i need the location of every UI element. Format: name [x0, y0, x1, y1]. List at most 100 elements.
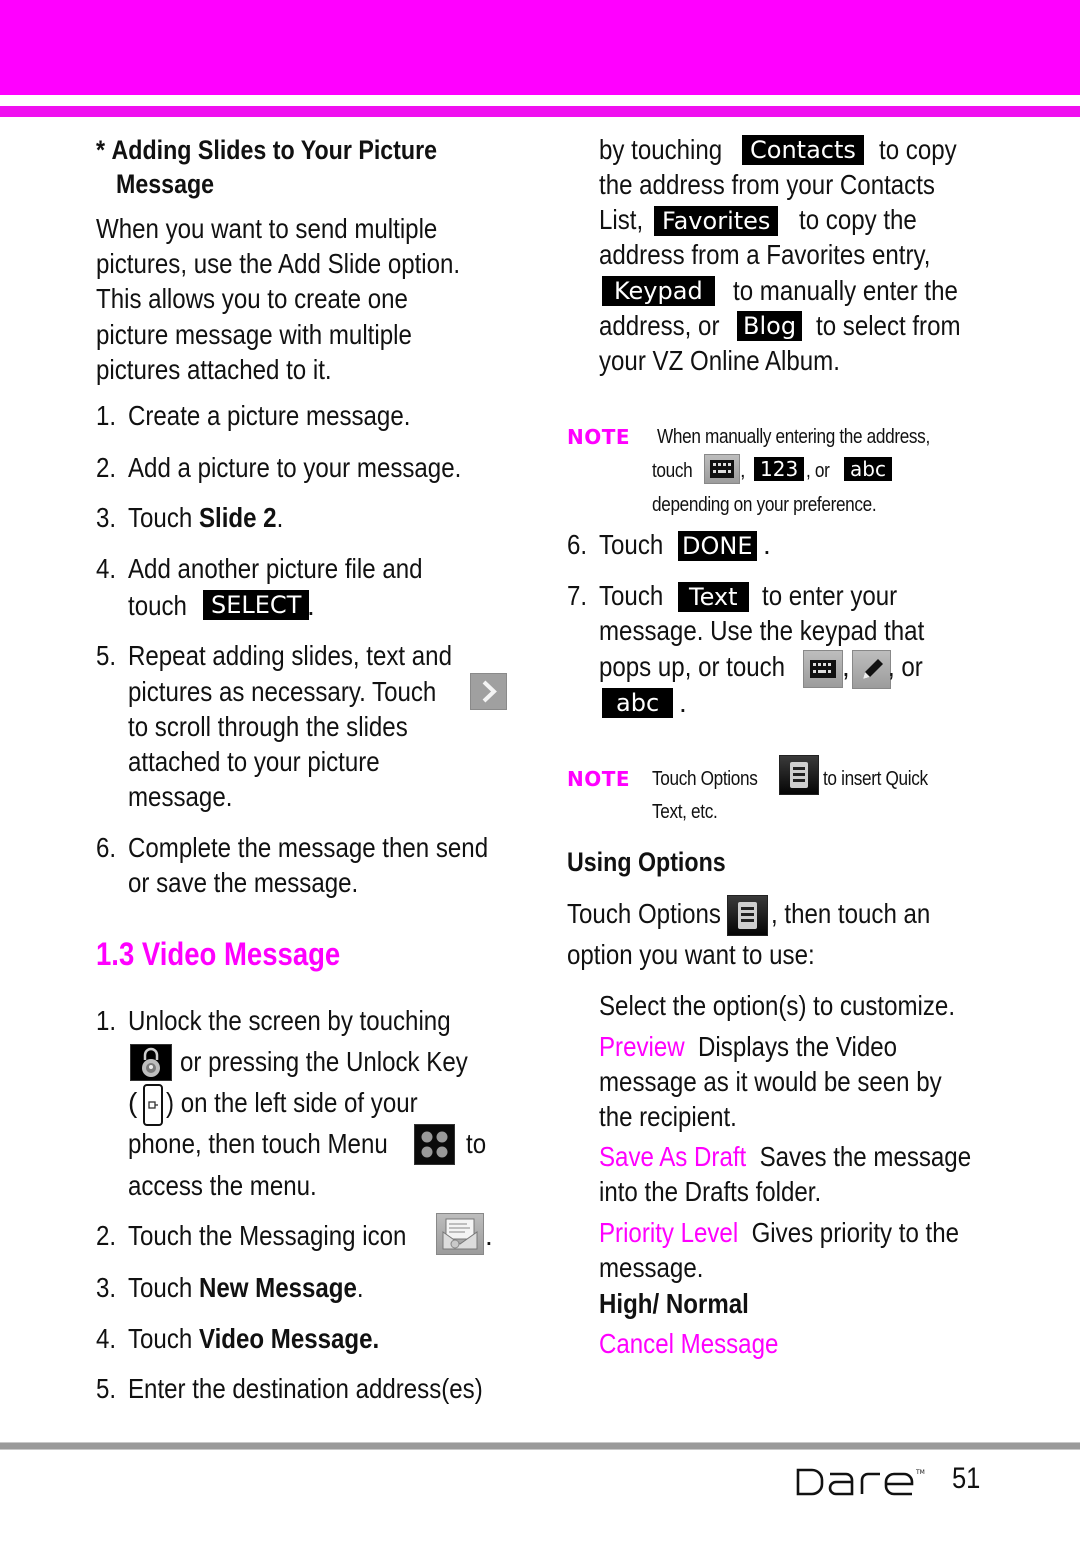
- subheading-cont: Message: [116, 167, 230, 201]
- video-step-5-text: Enter the destination address(es): [128, 1372, 540, 1406]
- option-name[interactable]: Preview: [599, 1031, 685, 1062]
- punct: ,: [842, 651, 850, 682]
- cont-text: address, or: [599, 310, 720, 341]
- intro-text: picture message with multiple: [96, 319, 412, 350]
- priority-values-text: High/ Normal: [599, 1288, 749, 1319]
- video-step-5: 5.: [96, 1372, 119, 1406]
- step-5-text: pictures as necessary. Touch: [128, 675, 486, 709]
- step-text: Complete the message then send: [128, 832, 489, 863]
- paren-open: (: [128, 1087, 138, 1118]
- intro-text: When you want to send multiple: [96, 213, 438, 244]
- header-band: [0, 0, 1080, 95]
- options-intro: option you want to use:: [567, 938, 855, 972]
- intro-text: Touch Options: [567, 898, 721, 929]
- page-number: 51: [952, 1462, 981, 1495]
- option-cancel-message[interactable]: Cancel Message: [599, 1327, 808, 1361]
- keyboard-icon[interactable]: [803, 650, 843, 688]
- step-text: to enter your: [762, 580, 898, 611]
- done-key-button[interactable]: DONE: [678, 531, 757, 561]
- dare-logo-icon: TM: [796, 1468, 925, 1496]
- options-list-icon[interactable]: [779, 755, 819, 795]
- step-7-right-text: to enter your: [762, 579, 919, 613]
- envelope-icon[interactable]: [436, 1213, 484, 1255]
- 123-key-button[interactable]: 123: [754, 457, 805, 481]
- note-line: When manually entering the address,: [657, 426, 930, 448]
- step-7-right-text: , or: [888, 650, 928, 684]
- cont-line: to select from: [816, 309, 984, 343]
- abc-key-button[interactable]: abc: [844, 457, 892, 481]
- video-step-1-text: or pressing the Unlock Key: [180, 1045, 515, 1079]
- option-name[interactable]: Cancel Message: [599, 1327, 778, 1361]
- step-text: or save the message.: [128, 867, 359, 898]
- punct: ,: [740, 460, 746, 482]
- header-stripe: [0, 106, 1080, 117]
- footer-rule: [0, 1442, 1080, 1450]
- step-number: 1.: [96, 400, 117, 431]
- contacts-key-button[interactable]: Contacts: [742, 135, 864, 165]
- options-list-icon[interactable]: [727, 895, 768, 936]
- note-text: When manually entering the address,: [657, 420, 974, 454]
- blog-key-button[interactable]: Blog: [737, 311, 803, 341]
- keypad-key-button[interactable]: Keypad: [602, 276, 715, 306]
- pencil-icon[interactable]: [852, 650, 891, 689]
- intro-line: picture message with multiple: [96, 318, 463, 352]
- new-message-label: New Message: [198, 1272, 357, 1303]
- cont-text: to select from: [816, 310, 961, 341]
- video-step-1: 1.: [96, 1004, 119, 1038]
- cont-line: your VZ Online Album.: [599, 344, 879, 378]
- cont-text: List,: [599, 204, 644, 235]
- option-desc: Gives priority to the: [751, 1217, 960, 1248]
- video-step-2-text: Touch the Messaging icon: [128, 1219, 452, 1253]
- section-title-text: 1.3 Video Message: [96, 936, 341, 972]
- step-text: ) on the left side of your: [166, 1087, 418, 1118]
- step-text: Touch: [128, 502, 199, 533]
- step-5-text: Repeat adding slides, text and: [128, 639, 505, 673]
- step-number: 6.: [567, 529, 588, 560]
- cont-line: address, or: [599, 309, 739, 343]
- padlock-icon[interactable]: [130, 1044, 172, 1081]
- step-text: Add another picture file and: [128, 553, 423, 584]
- step-text: attached to your picture: [128, 746, 380, 777]
- intro-line: pictures, use the Add Slide option.: [96, 247, 519, 281]
- cont-text: to manually enter the: [733, 275, 958, 306]
- chevron-right-icon[interactable]: [470, 673, 507, 710]
- cont-line: to copy the: [799, 203, 936, 237]
- intro-text: , then touch an: [771, 898, 931, 929]
- intro-line: pictures attached to it.: [96, 353, 370, 387]
- step-number: 5.: [96, 1373, 117, 1404]
- option-name[interactable]: Save As Draft: [599, 1141, 746, 1172]
- step-7-right: 7.: [567, 579, 590, 613]
- option-desc: Saves the message: [759, 1141, 972, 1172]
- text-key-button[interactable]: Text: [678, 582, 749, 612]
- step-number: 2.: [96, 452, 117, 483]
- slide-2-label: Slide 2: [198, 502, 277, 533]
- step-4-text-2: touch: [128, 589, 197, 623]
- step-3-text: Touch Slide 2.: [128, 501, 309, 535]
- step-text: pops up, or touch: [599, 651, 786, 682]
- note-text: Touch Options: [652, 762, 775, 796]
- menu-grid-icon[interactable]: [414, 1124, 455, 1165]
- intro-line: When you want to send multiple: [96, 212, 493, 246]
- keyboard-icon[interactable]: [704, 454, 740, 484]
- cont-line: address from a Favorites entry,: [599, 238, 984, 272]
- brand-logo: TM: [796, 1466, 926, 1501]
- punct: .: [276, 502, 284, 533]
- cont-text: by touching: [599, 134, 723, 165]
- step-number: 2.: [96, 1220, 117, 1251]
- select-key-button[interactable]: SELECT: [203, 590, 310, 620]
- step-text: phone, then touch Menu: [128, 1128, 388, 1159]
- option-desc: the recipient.: [599, 1101, 737, 1132]
- step-6: 6.: [96, 831, 119, 865]
- abc-key-button[interactable]: abc: [602, 688, 674, 718]
- step-number: 4.: [96, 553, 117, 584]
- favorites-key-button[interactable]: Favorites: [654, 206, 779, 236]
- step-4: 4.: [96, 552, 119, 586]
- step-number: 7.: [567, 580, 588, 611]
- punct: .: [485, 1220, 493, 1251]
- step-1: 1.: [96, 399, 119, 433]
- step-text: Touch: [128, 1272, 199, 1303]
- step-5-text: to scroll through the slides: [128, 710, 453, 744]
- option-desc: message.: [599, 1252, 704, 1283]
- note-text: depending on your preference.: [652, 488, 913, 522]
- option-name[interactable]: Priority Level: [599, 1217, 738, 1248]
